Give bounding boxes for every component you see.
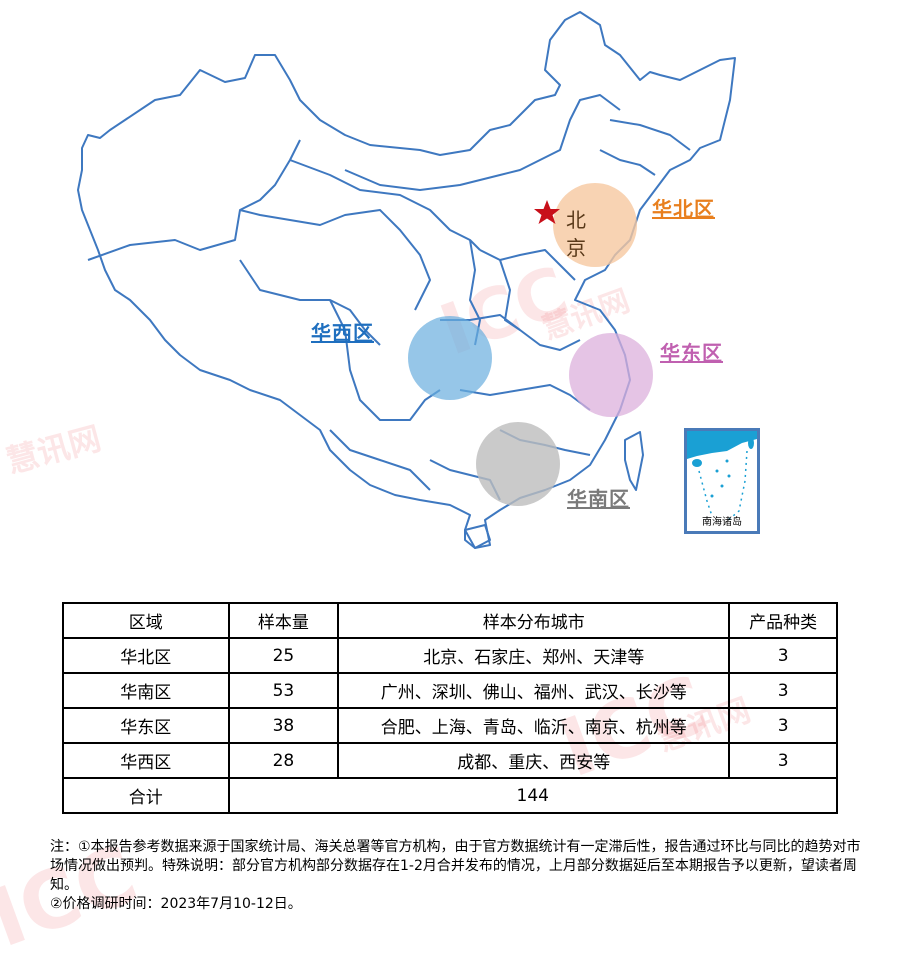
table-row: 华北区 25 北京、石家庄、郑州、天津等 3	[62, 637, 838, 674]
border-central-2	[459, 384, 591, 411]
region-circle-east	[569, 333, 653, 417]
province-borders	[77, 11, 736, 549]
region-label-north[interactable]: 华北区	[652, 193, 715, 222]
region-label-west[interactable]: 华西区	[311, 317, 374, 346]
cell-products: 3	[728, 707, 838, 744]
border-henan	[499, 259, 521, 331]
cell-samples: 38	[227, 707, 340, 744]
cell-products: 3	[728, 672, 838, 709]
header-samples: 样本量	[227, 602, 340, 639]
region-label-south[interactable]: 华南区	[567, 483, 630, 512]
total-label: 合计	[62, 777, 230, 814]
region-label-east[interactable]: 华东区	[660, 337, 723, 366]
cell-cities: 广州、深圳、佛山、福州、武汉、长沙等	[337, 672, 731, 709]
table-row: 华南区 53 广州、深圳、佛山、福州、武汉、长沙等 3	[62, 672, 838, 709]
border-inner-mongolia	[344, 94, 621, 191]
cell-region: 华西区	[62, 742, 230, 779]
cell-cities: 北京、石家庄、郑州、天津等	[337, 637, 731, 674]
cell-products: 3	[728, 637, 838, 674]
border-northeast	[599, 149, 656, 176]
note-source: 注：①本报告参考数据来源于国家统计局、海关总署等官方机构，由于官方数据统计有一定…	[50, 839, 861, 893]
taiwan	[624, 431, 644, 491]
cell-samples: 28	[227, 742, 340, 779]
china-map	[77, 11, 736, 549]
cell-products: 3	[728, 742, 838, 779]
table-header-row: 区域 样本量 样本分布城市 产品种类	[62, 602, 838, 639]
cell-samples: 25	[227, 637, 340, 674]
cell-region: 华北区	[62, 637, 230, 674]
capital-label: 北京	[566, 208, 586, 260]
table-total-row: 合计 144	[62, 777, 839, 814]
cell-region: 华东区	[62, 707, 230, 744]
table-row: 华东区 38 合肥、上海、青岛、临沂、南京、杭州等 3	[62, 707, 838, 744]
note-survey-date: ②价格调研时间：2023年7月10-12日。	[50, 896, 302, 912]
border-xinjiang	[87, 139, 301, 261]
cell-region: 华南区	[62, 672, 230, 709]
cell-samples: 53	[227, 672, 340, 709]
region-circle-south	[476, 422, 560, 506]
footnotes: 注：①本报告参考数据来源于国家统计局、海关总署等官方机构，由于官方数据统计有一定…	[50, 838, 870, 914]
border-gansu	[289, 159, 481, 251]
header-products: 产品种类	[728, 602, 838, 639]
sample-table: 区域 样本量 样本分布城市 产品种类 华北区 25 北京、石家庄、郑州、天津等 …	[62, 602, 839, 814]
header-cities: 样本分布城市	[337, 602, 731, 639]
total-value: 144	[227, 777, 839, 814]
border-northeast-2	[609, 119, 691, 151]
border-yunnan	[329, 429, 431, 491]
inset-label: 南海诸岛	[702, 517, 742, 528]
country-outline	[77, 11, 736, 549]
table-row: 华西区 28 成都、重庆、西安等 3	[62, 742, 838, 779]
cell-cities: 成都、重庆、西安等	[337, 742, 731, 779]
region-circle-west	[408, 316, 492, 400]
south-china-sea-inset: 南海诸岛	[684, 428, 760, 534]
cell-cities: 合肥、上海、青岛、临沂、南京、杭州等	[337, 707, 731, 744]
border-north	[479, 249, 576, 281]
border-qinghai	[239, 209, 431, 311]
header-region: 区域	[62, 602, 230, 639]
